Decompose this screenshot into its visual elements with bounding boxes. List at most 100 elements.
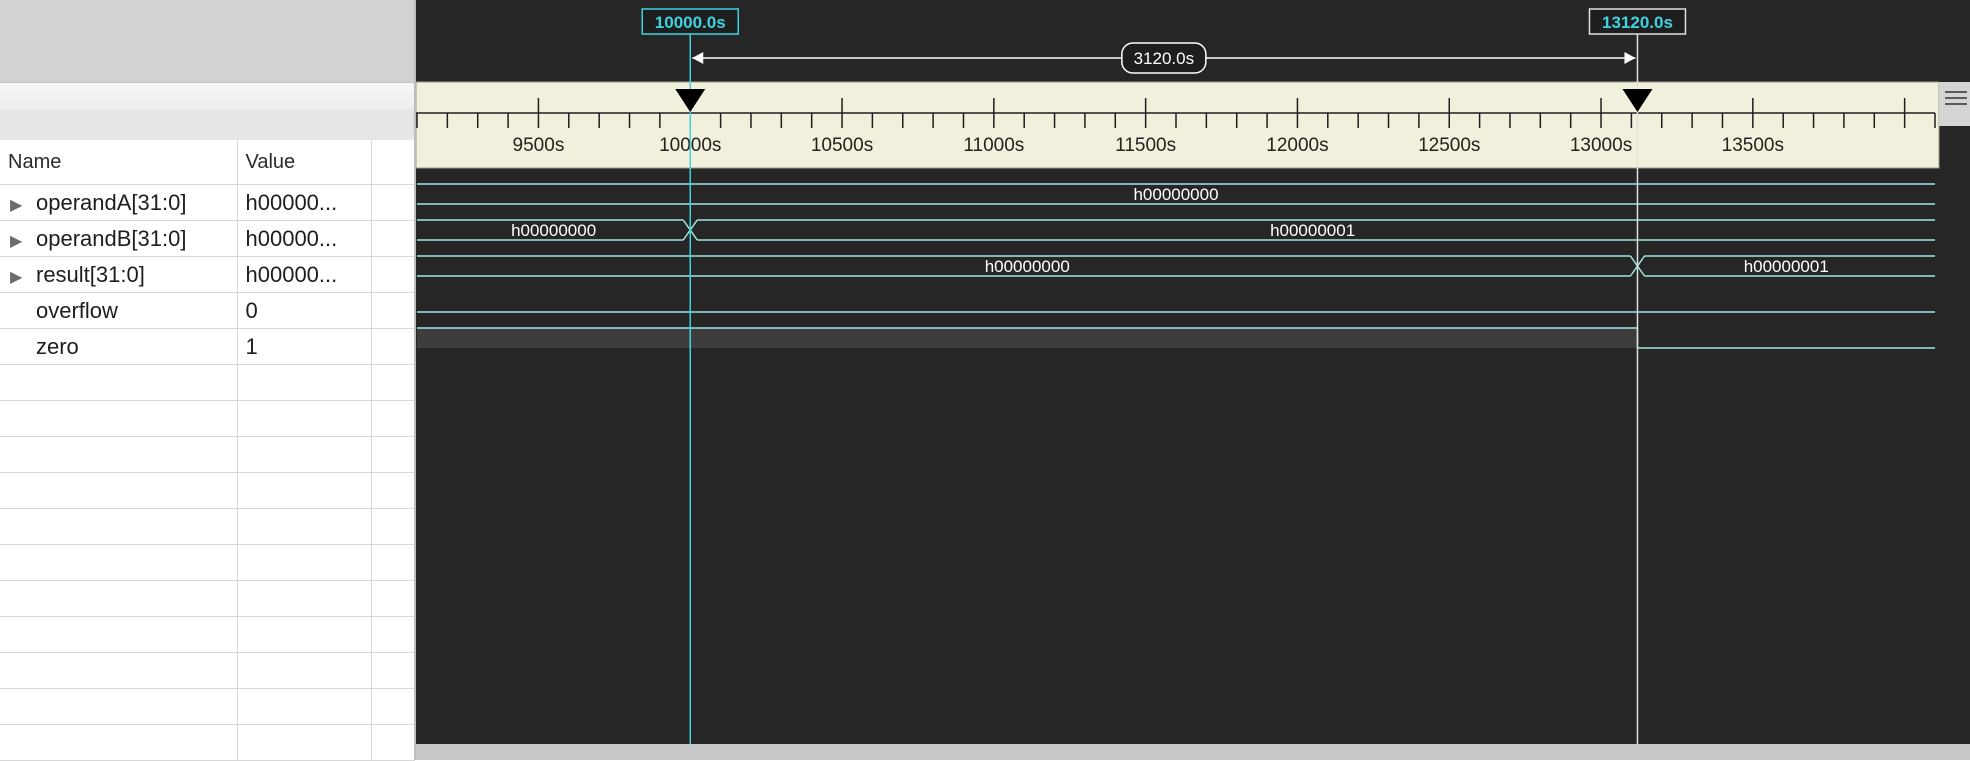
signal-table: Name Value ▶ operandA[31:0] h00000... ▶ oper…: [0, 140, 415, 761]
signal-extra-cell: [371, 292, 415, 329]
empty-cell: [371, 364, 415, 401]
empty-cell: [0, 364, 238, 401]
signal-extra-cell: [371, 184, 415, 221]
empty-cell: [371, 508, 415, 545]
empty-row: [0, 472, 415, 509]
bus-transition: [1629, 265, 1639, 277]
bus-transition: [682, 219, 691, 231]
ruler-tick-label: 10500s: [811, 135, 873, 156]
empty-cell: [0, 580, 238, 617]
empty-row: [0, 436, 415, 473]
signal-name: result[31:0]: [36, 261, 145, 287]
hamburger-menu-icon[interactable]: [1939, 82, 1970, 126]
empty-cell: [0, 688, 238, 725]
signal-row[interactable]: overflow 0: [0, 292, 415, 329]
bus-value-label: h00000000: [511, 221, 596, 240]
signal-value-cell: h00000...: [237, 256, 372, 293]
signal-row[interactable]: ▶ operandA[31:0] h00000...: [0, 184, 415, 221]
empty-cell: [0, 472, 238, 509]
signal-panel: Name Value ▶ operandA[31:0] h00000... ▶ oper…: [0, 0, 416, 761]
signal-value-cell: 0: [237, 292, 372, 329]
name-column-header[interactable]: Name: [0, 140, 238, 185]
empty-cell: [371, 652, 415, 689]
empty-cell: [371, 616, 415, 653]
time-ruler[interactable]: [416, 81, 1940, 169]
signal-extra-cell: [371, 256, 415, 293]
arrow-right-icon: [1624, 52, 1636, 64]
empty-row: [0, 508, 415, 545]
waveform-canvas[interactable]: 9500s 10000s 10500s 11000s 11500s 12000s 12500…: [416, 0, 1970, 760]
empty-row: [0, 580, 415, 617]
bus-value-label: h00000001: [1270, 221, 1355, 240]
empty-cell: [371, 436, 415, 473]
signal-value-cell: 1: [237, 328, 372, 365]
empty-cell: [0, 400, 238, 437]
empty-cell: [237, 400, 372, 437]
bus-value-label: h00000000: [985, 257, 1070, 276]
empty-cell: [237, 616, 372, 653]
bus-value-label: h00000001: [1744, 257, 1829, 276]
empty-cell: [371, 688, 415, 725]
empty-cell: [371, 472, 415, 509]
signal-name-cell[interactable]: ▶ operandB[31:0]: [0, 220, 238, 257]
signal-panel-spacer: [0, 110, 414, 140]
triangle-right-icon[interactable]: ▶: [10, 267, 36, 287]
signal-row[interactable]: zero 1: [0, 328, 415, 365]
empty-row: [0, 544, 415, 581]
empty-cell: [0, 436, 238, 473]
signal-value-cell: h00000...: [237, 184, 372, 221]
signal-name-cell[interactable]: ▶ result[31:0]: [0, 256, 238, 293]
ruler-tick-label: 12000s: [1266, 135, 1328, 156]
signal-name-cell[interactable]: ▶ operandA[31:0]: [0, 184, 238, 221]
ruler-tick-label: 11500s: [1115, 135, 1176, 156]
primary-cursor-label: 10000.0s: [655, 13, 726, 32]
signal-name: zero: [36, 333, 79, 359]
delta-label: 3120.0s: [1134, 49, 1195, 68]
triangle-right-icon[interactable]: ▶: [10, 195, 36, 215]
empty-cell: [0, 508, 238, 545]
empty-cell: [371, 544, 415, 581]
bus-transition: [689, 219, 698, 231]
extra-column-header: [371, 140, 415, 185]
secondary-cursor-label: 13120.0s: [1602, 13, 1673, 32]
empty-cell: [371, 400, 415, 437]
signal-table-header-row: Name Value: [0, 140, 415, 185]
empty-row: [0, 688, 415, 725]
empty-row: [0, 400, 415, 437]
value-column-header[interactable]: Value: [237, 140, 372, 185]
ruler-tick-label: 9500s: [513, 135, 565, 156]
empty-cell: [0, 724, 238, 761]
arrow-left-icon: [692, 52, 704, 64]
empty-cell: [237, 364, 372, 401]
empty-row: [0, 652, 415, 689]
horizontal-scrollbar[interactable]: [416, 744, 1970, 760]
signal-row[interactable]: ▶ result[31:0] h00000...: [0, 256, 415, 293]
bus-transition: [1629, 255, 1639, 267]
waveform-viewer[interactable]: 9500s 10000s 10500s 11000s 11500s 12000s 12500…: [416, 0, 1970, 760]
empty-cell: [0, 652, 238, 689]
bus-transition: [682, 229, 691, 241]
empty-cell: [371, 580, 415, 617]
signal-name: operandA[31:0]: [36, 189, 187, 215]
ruler-tick-label: 11000s: [963, 135, 1024, 156]
triangle-right-icon[interactable]: ▶: [10, 231, 36, 251]
signal-extra-cell: [371, 220, 415, 257]
signal-value-cell: h00000...: [237, 220, 372, 257]
bus-value-label: h00000000: [1133, 185, 1218, 204]
signal-row[interactable]: ▶ operandB[31:0] h00000...: [0, 220, 415, 257]
empty-row: [0, 724, 415, 761]
ruler-tick-label: 13000s: [1570, 135, 1632, 156]
empty-cell: [237, 472, 372, 509]
empty-cell: [237, 544, 372, 581]
signal-panel-header-spacer: [0, 0, 414, 82]
empty-cell: [0, 544, 238, 581]
empty-cell: [237, 652, 372, 689]
empty-cell: [237, 436, 372, 473]
ruler-tick-label: 12500s: [1418, 135, 1480, 156]
empty-cell: [237, 688, 372, 725]
empty-cell: [237, 508, 372, 545]
signal-name-cell[interactable]: zero: [0, 328, 238, 365]
empty-cell: [371, 724, 415, 761]
signal-name-cell[interactable]: overflow: [0, 292, 238, 329]
signal-name: overflow: [36, 297, 118, 323]
